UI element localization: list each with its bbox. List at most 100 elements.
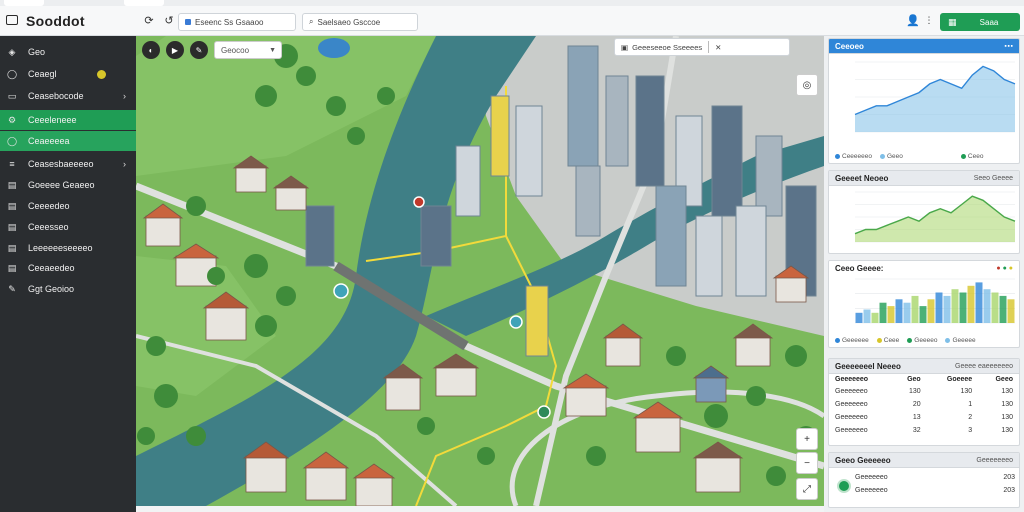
table-header-cell: Goeeee [946, 376, 973, 383]
bar [999, 295, 1007, 323]
table-row: Geeeeeeo 20 1 130 [829, 398, 1019, 411]
search-field-text: Saelsaeo Gsccoe [317, 17, 381, 27]
bar [959, 292, 967, 323]
bar-chart [855, 278, 1015, 324]
table-cell: Geeeeeeo [835, 388, 868, 395]
location-field-text: Eseenc Ss Gsaaoo [195, 17, 264, 27]
search-field[interactable]: ⌕ Saelsaeo Gsccoe [302, 13, 418, 31]
table-cell: 203 [1003, 487, 1015, 494]
sidebar-item[interactable]: ▤ Goeeee Geaeeo [0, 175, 136, 195]
sidebar-item-label: Ceaegl [28, 69, 57, 79]
chart-card-1: Ceeoeo ⋯ Ceeeeeeo Geeo Ceeo [828, 38, 1020, 164]
sidebar-item[interactable]: ◈ Geo [0, 42, 136, 62]
legend-item: Ceeeeeeo [835, 153, 872, 160]
sidebar-item[interactable]: ▤ Ceeesseo [0, 217, 136, 237]
map-filter-button[interactable]: ▶ [166, 41, 184, 59]
chevron-right-icon: › [123, 159, 126, 169]
table-cell: 3 [968, 427, 973, 434]
bar [991, 292, 999, 323]
bar [855, 312, 863, 323]
summary-card-title: Geeo Geeeeeo [835, 455, 891, 465]
zoom-out-button[interactable]: − [796, 452, 818, 474]
chart-card-2-title: Geeeet Neoeo [835, 173, 889, 183]
sidebar-item-label: Ggt Geoioo [28, 284, 75, 294]
divider [708, 41, 710, 53]
folder-icon: ▭ [7, 90, 17, 101]
chart-card-2-header: Geeeet Neoeo Seeo Geeee [829, 171, 1019, 186]
table-cell: 130 [1001, 401, 1013, 408]
sidebar-item-label: Ceaeeeea [28, 136, 70, 146]
map-view[interactable]: ◐ ▶ ✎ Geocoo ▼ ▣ Geeeseeoe Sseeees ✕ ◎ +… [136, 36, 824, 506]
map-pin-icon: ▣ [621, 42, 629, 52]
browser-tab[interactable] [124, 0, 164, 6]
table-cell: 130 [909, 388, 921, 395]
bar [871, 312, 879, 323]
close-icon[interactable]: ✕ [715, 43, 721, 52]
bar [975, 282, 983, 323]
sidebar-item[interactable]: ⚙ Ceeeleneee [0, 110, 136, 130]
area-fill [855, 196, 1015, 242]
map-canvas[interactable] [136, 36, 824, 506]
sidebar-item[interactable]: ✎ Ggt Geoioo [0, 279, 136, 299]
zoom-in-button[interactable]: + [796, 428, 818, 450]
grid-icon: ▦ [948, 16, 957, 27]
sidebar-item[interactable]: ◯ Ceaegl [0, 64, 136, 84]
table-header-cell: Geeo [995, 376, 1013, 383]
table-cell: Geeeeeeo [835, 401, 868, 408]
stats-table-title: Geeeeeeel Neeeo [835, 361, 901, 371]
doc-icon: ▤ [7, 200, 17, 211]
sidebar-item[interactable]: ▤ Leeeeeeseeeeo [0, 238, 136, 258]
summary-card-subtitle: Geeeeeeeo [976, 456, 1013, 464]
table-cell: 13 [912, 414, 921, 421]
legend-item: Geeeeee [835, 337, 869, 344]
doc-icon: ▤ [7, 262, 17, 273]
app-title: Sooddot [26, 13, 85, 29]
legend-item: Geeeeo [907, 337, 937, 344]
fullscreen-button[interactable]: ⤢ [796, 478, 818, 500]
map-search-text: Geeeseeoe Sseeees [632, 42, 703, 52]
user-icon[interactable]: 👤 [906, 13, 920, 27]
sidebar-item[interactable]: ▤ Ceeeedeo [0, 196, 136, 216]
location-icon [185, 19, 191, 25]
table-cell: 130 [960, 388, 973, 395]
sidebar-item[interactable]: ▭ Ceasebocode › [0, 86, 136, 106]
sidebar-item-label: Goeeee Geaeeo [28, 180, 95, 190]
refresh-icon[interactable]: ⟳ [142, 13, 156, 27]
sidebar-item[interactable]: ≡ Ceasesbaeeeeo › [0, 154, 136, 174]
map-view-select-label: Geocoo [221, 45, 250, 55]
summary-card: Geeo Geeeeeo Geeeeeeeo Geeeeeeo 203 Geeeee… [828, 452, 1020, 508]
table-cell: Geeeeeeo [835, 427, 868, 434]
location-field[interactable]: Eseenc Ss Gsaaoo [178, 13, 296, 31]
browser-tab[interactable] [4, 0, 44, 6]
table-row: Geeeeeeo 130 130 130 [829, 385, 1019, 398]
table-header-cell: Geo [907, 376, 921, 383]
sidebar-item-label: Ceasebocode [28, 91, 84, 101]
circle-icon: ◯ [6, 68, 18, 79]
map-toolbar: ◐ ▶ ✎ Geocoo ▼ [142, 41, 282, 59]
table-cell: 130 [1001, 414, 1013, 421]
sidebar-item[interactable]: ◯ Ceaeeeea [0, 131, 136, 151]
more-icon[interactable]: ⋯ [1004, 41, 1013, 52]
bar [927, 299, 935, 323]
map-view-select[interactable]: Geocoo ▼ [214, 41, 282, 59]
locate-button[interactable]: ◎ [796, 74, 818, 96]
map-draw-button[interactable]: ✎ [190, 41, 208, 59]
edit-icon: ✎ [8, 283, 16, 294]
legend-item: Ceee [876, 337, 899, 344]
table-cell: 1 [968, 401, 973, 408]
menu-icon[interactable]: ⋮ [922, 13, 936, 27]
map-search-bar[interactable]: ▣ Geeeseeoe Sseeees ✕ [614, 38, 790, 56]
table-row: Geeeeeeo 203 [849, 471, 1019, 484]
table-cell: 203 [1003, 474, 1015, 481]
sidebar-item[interactable]: ▤ Ceeaeedeo [0, 258, 136, 278]
action-button[interactable]: ▦ Saaa [940, 13, 1020, 31]
doc-icon: ▤ [7, 221, 17, 232]
top-bar: Sooddot ⟳ ↺ Eseenc Ss Gsaaoo ⌕ Saelsaeo … [0, 0, 1024, 36]
summary-table: Geeeeeeo 203 Geeeeeeo 203 [849, 471, 1019, 497]
map-layers-button[interactable]: ◐ [142, 41, 160, 59]
circle-icon: ◯ [6, 135, 18, 146]
history-icon[interactable]: ↺ [162, 13, 176, 27]
table-row: Geeeeeeo 32 3 130 [829, 424, 1019, 437]
gear-icon: ⚙ [7, 114, 17, 125]
chart-card-3: Ceeo Geeee: ● ● ● Geeeeee Ceee Geeeeo Ge… [828, 260, 1020, 348]
